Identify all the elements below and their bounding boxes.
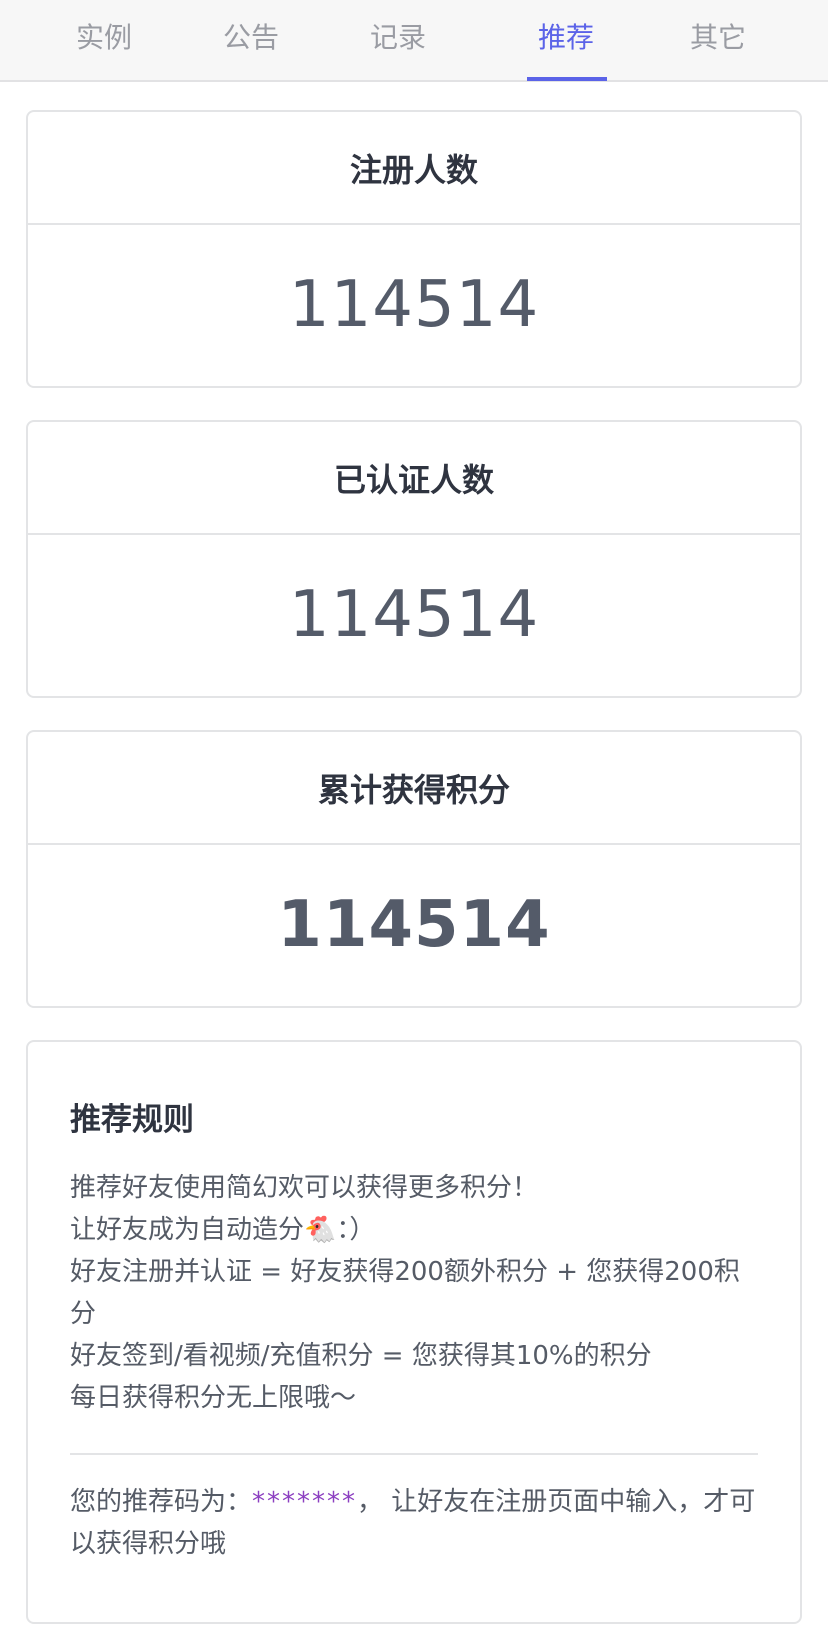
- rule-line: 每日获得积分无上限哦～: [70, 1383, 357, 1413]
- active-tab-indicator: [527, 77, 607, 81]
- referral-code-text: 您的推荐码为：*******， 让好友在注册页面中输入，才可以获得积分哦: [70, 1481, 758, 1565]
- tab-announcements[interactable]: 公告: [181, 0, 321, 80]
- tab-records[interactable]: 记录: [328, 0, 468, 80]
- verified-count-card: 已认证人数 114514: [26, 420, 802, 698]
- registered-count-value: 114514: [288, 268, 540, 342]
- registered-count-card: 注册人数 114514: [26, 110, 802, 388]
- referral-rules-card: 推荐规则 推荐好友使用简幻欢可以获得更多积分！ 让好友成为自动造分🐔：） 好友注…: [26, 1040, 802, 1624]
- tab-bar: 实例 公告 记录 推荐 其它: [0, 0, 828, 82]
- referral-code[interactable]: *******: [252, 1487, 357, 1517]
- total-points-title: 累计获得积分: [28, 732, 800, 845]
- referral-rules-body: 推荐好友使用简幻欢可以获得更多积分！ 让好友成为自动造分🐔：） 好友注册并认证 …: [70, 1167, 758, 1419]
- tab-instances[interactable]: 实例: [34, 0, 174, 80]
- registered-count-title: 注册人数: [28, 112, 800, 225]
- tab-other[interactable]: 其它: [648, 0, 788, 80]
- total-points-value: 114514: [277, 888, 551, 962]
- verified-count-title: 已认证人数: [28, 422, 800, 535]
- referral-code-prefix: 您的推荐码为：: [70, 1487, 253, 1517]
- rule-line: 让好友成为自动造分🐔：）: [70, 1215, 376, 1245]
- verified-count-value: 114514: [288, 578, 540, 652]
- rule-line: 好友签到/看视频/充值积分 = 您获得其10%的积分: [70, 1341, 652, 1371]
- rules-divider: [70, 1453, 758, 1455]
- referral-rules-title: 推荐规则: [70, 1102, 194, 1138]
- tab-recommend[interactable]: 推荐: [496, 0, 636, 80]
- total-points-card: 累计获得积分 114514: [26, 730, 802, 1008]
- rule-line: 推荐好友使用简幻欢可以获得更多积分！: [70, 1173, 539, 1203]
- rule-line: 好友注册并认证 = 好友获得200额外积分 + 您获得200积分: [70, 1257, 740, 1329]
